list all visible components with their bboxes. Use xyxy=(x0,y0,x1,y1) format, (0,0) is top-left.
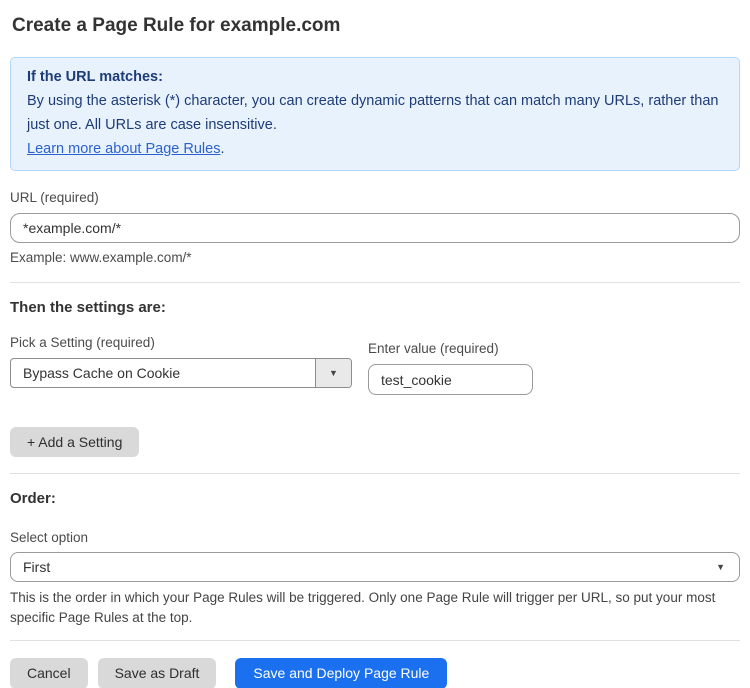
chevron-down-icon: ▼ xyxy=(716,562,725,572)
settings-heading: Then the settings are: xyxy=(10,299,740,317)
setting-select-value: Bypass Cache on Cookie xyxy=(11,359,315,387)
order-select-value: First xyxy=(23,559,50,575)
order-select[interactable]: First ▼ xyxy=(10,552,740,582)
info-box-body: By using the asterisk (*) character, you… xyxy=(27,89,723,137)
setting-select[interactable]: Bypass Cache on Cookie ▼ xyxy=(10,358,352,388)
setting-picker-label: Pick a Setting (required) xyxy=(10,335,352,351)
add-setting-button[interactable]: + Add a Setting xyxy=(10,427,139,457)
link-suffix: . xyxy=(220,141,224,157)
url-label: URL (required) xyxy=(10,190,740,206)
page-rule-form: Create a Page Rule for example.com If th… xyxy=(0,14,750,688)
page-title: Create a Page Rule for example.com xyxy=(12,14,738,37)
info-link-line: Learn more about Page Rules. xyxy=(27,137,723,161)
order-help-text: This is the order in which your Page Rul… xyxy=(10,588,740,628)
divider xyxy=(10,640,740,641)
save-deploy-button[interactable]: Save and Deploy Page Rule xyxy=(235,658,447,688)
learn-more-link[interactable]: Learn more about Page Rules xyxy=(27,141,220,157)
setting-value-column: Enter value (required) xyxy=(368,335,533,395)
url-input[interactable] xyxy=(10,213,740,243)
setting-value-input[interactable] xyxy=(368,364,533,395)
divider xyxy=(10,473,740,474)
url-example-text: Example: www.example.com/* xyxy=(10,250,740,266)
info-box-heading: If the URL matches: xyxy=(27,65,723,89)
setting-value-label: Enter value (required) xyxy=(368,341,533,357)
order-heading: Order: xyxy=(10,490,740,508)
divider xyxy=(10,282,740,283)
chevron-down-icon[interactable]: ▼ xyxy=(315,359,351,387)
save-draft-button[interactable]: Save as Draft xyxy=(98,658,217,688)
setting-picker-column: Pick a Setting (required) Bypass Cache o… xyxy=(10,335,352,388)
cancel-button[interactable]: Cancel xyxy=(10,658,88,688)
url-match-info-box: If the URL matches: By using the asteris… xyxy=(10,57,740,171)
footer-buttons: Cancel Save as Draft Save and Deploy Pag… xyxy=(10,658,740,688)
settings-row: Pick a Setting (required) Bypass Cache o… xyxy=(10,335,740,395)
order-select-label: Select option xyxy=(10,530,740,546)
